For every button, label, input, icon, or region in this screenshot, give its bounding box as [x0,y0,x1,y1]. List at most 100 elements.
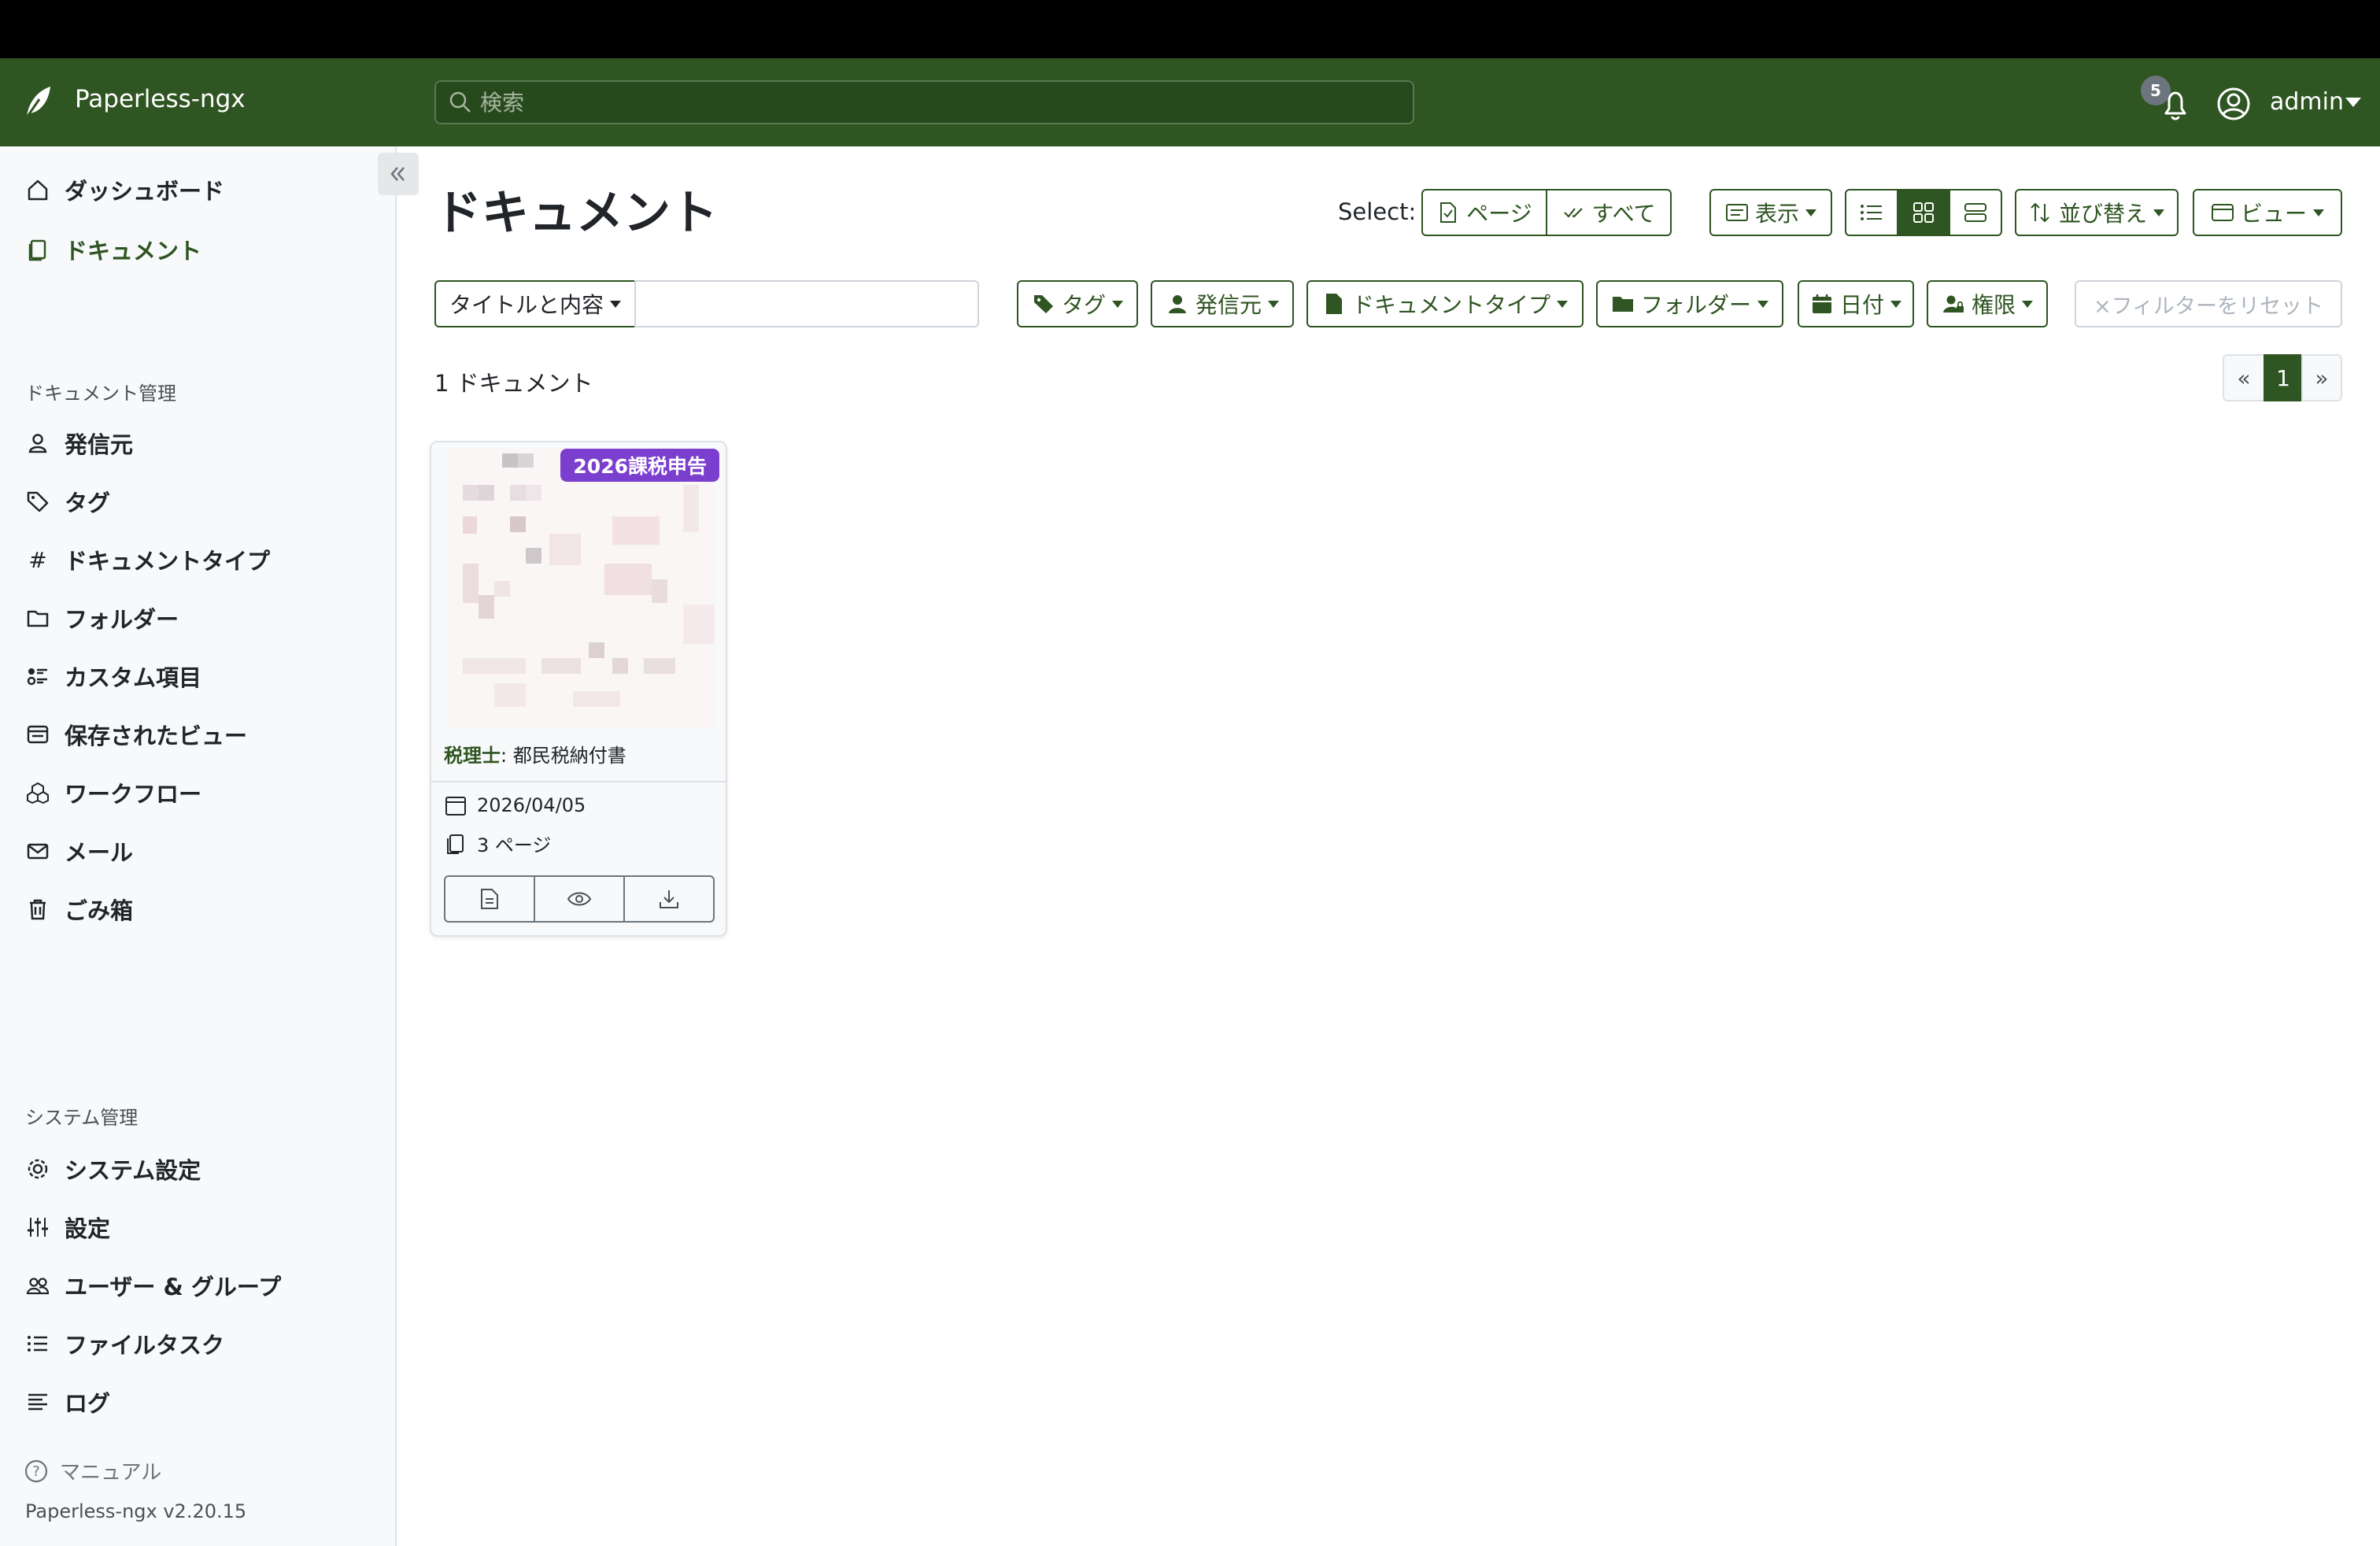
sidebar-item-label: ごみ箱 [65,897,134,924]
view-list-button[interactable] [1845,189,1898,236]
open-details-button[interactable] [445,877,535,921]
sort-dropdown[interactable]: 並び替え [2015,189,2179,236]
document-card[interactable]: 2026課税申告 税理士: 都民税納付書 2026/04/05 3 ページ [430,441,727,937]
filter-tags-dropdown[interactable]: タグ [1017,280,1138,327]
check-all-icon [1562,201,1586,224]
view-large-cards-button[interactable] [1949,189,2002,236]
hash-icon: # [28,546,47,573]
chevron-down-icon[interactable] [2345,98,2361,107]
sidebar-item-label: カスタム項目 [65,664,202,691]
question-circle-icon: ? [24,1459,48,1482]
sidebar-collapse-button[interactable] [378,153,419,195]
text-left-icon [24,1388,52,1416]
display-dropdown[interactable]: 表示 [1709,189,1832,236]
document-correspondent[interactable]: 税理士 [444,745,501,767]
reset-filters-label: ×フィルターをリセット [2093,294,2324,319]
sidebar-item-file-tasks[interactable]: ファイルタスク [24,1324,224,1363]
filter-field-dropdown[interactable]: タイトルと内容 [434,280,636,327]
sort-arrows-icon [2029,201,2053,224]
folder-icon [24,604,52,632]
section-title-system-management: システム管理 [25,1107,139,1129]
pagination-next-label: » [2315,364,2329,391]
chevron-down-icon [610,300,621,308]
views-label: ビュー [2240,201,2307,227]
views-dropdown[interactable]: ビュー [2193,189,2342,236]
bell-icon[interactable] [2160,88,2191,123]
list-task-icon [24,1330,52,1358]
filter-text-input[interactable] [634,280,979,327]
leaf-logo-icon[interactable] [22,82,54,121]
user-circle-icon[interactable] [2216,87,2251,121]
download-button[interactable] [625,877,713,921]
select-page-label: ページ [1466,201,1532,227]
select-all-button[interactable]: すべて [1546,189,1672,236]
sidebar-item-workflows[interactable]: ワークフロー [24,773,201,812]
pagination-previous[interactable]: « [2223,354,2265,401]
sidebar-item-label: ワークフロー [65,781,202,808]
select-label: Select: [1338,198,1417,225]
app-version: Paperless-ngx v2.20.15 [25,1500,247,1522]
sidebar-item-custom-fields[interactable]: カスタム項目 [24,656,201,696]
document-date: 2026/04/05 [444,793,586,817]
chevron-down-icon [1757,300,1768,308]
sidebar-item-label: ファイルタスク [65,1332,225,1359]
tag-fill-icon [1032,292,1055,316]
sidebar-item-documents[interactable]: ドキュメント [24,230,201,269]
filter-permissions-dropdown[interactable]: 権限 [1927,280,2048,327]
os-top-bar [0,0,2380,58]
view-grid-button[interactable] [1897,189,1950,236]
chevron-down-icon [1112,300,1123,308]
document-title[interactable]: 税理士: 都民税納付書 [444,740,626,767]
manual-link[interactable]: ? マニュアル [24,1456,161,1485]
search-input[interactable] [480,89,1385,116]
files-icon [447,834,464,854]
select-page-button[interactable]: ページ [1421,189,1547,236]
section-title-document-management: ドキュメント管理 [25,383,176,405]
manual-label: マニュアル [60,1461,162,1485]
filter-correspondent-dropdown[interactable]: 発信元 [1151,280,1294,327]
sidebar-item-correspondents[interactable]: 発信元 [24,423,133,463]
app-header: Paperless-ngx 5 admin [0,58,2380,146]
sidebar-item-label: システム設定 [65,1157,201,1184]
document-tag-badge[interactable]: 2026課税申告 [560,449,719,482]
sliders-icon [24,1213,52,1241]
app-name[interactable]: Paperless-ngx [75,85,246,113]
sidebar-item-settings[interactable]: 設定 [24,1208,110,1247]
filter-document-type-label: ドキュメントタイプ [1351,292,1550,318]
svg-text:?: ? [32,1463,40,1480]
sidebar-item-folders[interactable]: フォルダー [24,598,179,638]
sidebar-item-trash[interactable]: ごみ箱 [24,890,133,929]
sidebar-item-dashboard[interactable]: ダッシュボード [24,170,224,209]
sidebar-item-label: 設定 [65,1215,111,1242]
file-fill-icon [1322,292,1346,316]
reset-filters-button[interactable]: ×フィルターをリセット [2075,280,2342,327]
sidebar-item-logs[interactable]: ログ [24,1382,110,1422]
filter-document-type-dropdown[interactable]: ドキュメントタイプ [1306,280,1584,327]
pagination-page[interactable]: 1 [2264,354,2303,401]
pagination-previous-label: « [2237,364,2251,391]
sidebar-item-label: ユーザー & グループ [65,1274,282,1300]
chevron-down-icon [2153,209,2164,216]
file-check-icon [1436,201,1460,224]
calendar-fill-icon [1810,292,1834,316]
document-title-text: : 都民税納付書 [501,745,626,767]
search-icon [449,91,471,113]
preview-button[interactable] [535,877,625,921]
pagination-next[interactable]: » [2301,354,2342,401]
user-menu-name[interactable]: admin [2270,88,2344,116]
download-icon [660,890,678,908]
grid-icon [1913,202,1934,223]
sidebar-item-system-settings[interactable]: システム設定 [24,1149,201,1189]
filter-folder-dropdown[interactable]: フォルダー [1596,280,1783,327]
ui-radios-icon [24,662,52,690]
document-thumbnail[interactable] [447,447,715,727]
sidebar-item-saved-views[interactable]: 保存されたビュー [24,715,247,754]
sidebar-item-users-groups[interactable]: ユーザー & グループ [24,1266,281,1305]
folder-fill-icon [1611,292,1635,316]
gear-icon [24,1155,52,1183]
filter-date-dropdown[interactable]: 日付 [1798,280,1914,327]
sidebar-item-document-types[interactable]: # ドキュメントタイプ [24,540,270,579]
global-search[interactable] [434,80,1414,124]
sidebar-item-tags[interactable]: タグ [24,482,110,521]
sidebar-item-mail[interactable]: メール [24,831,133,871]
